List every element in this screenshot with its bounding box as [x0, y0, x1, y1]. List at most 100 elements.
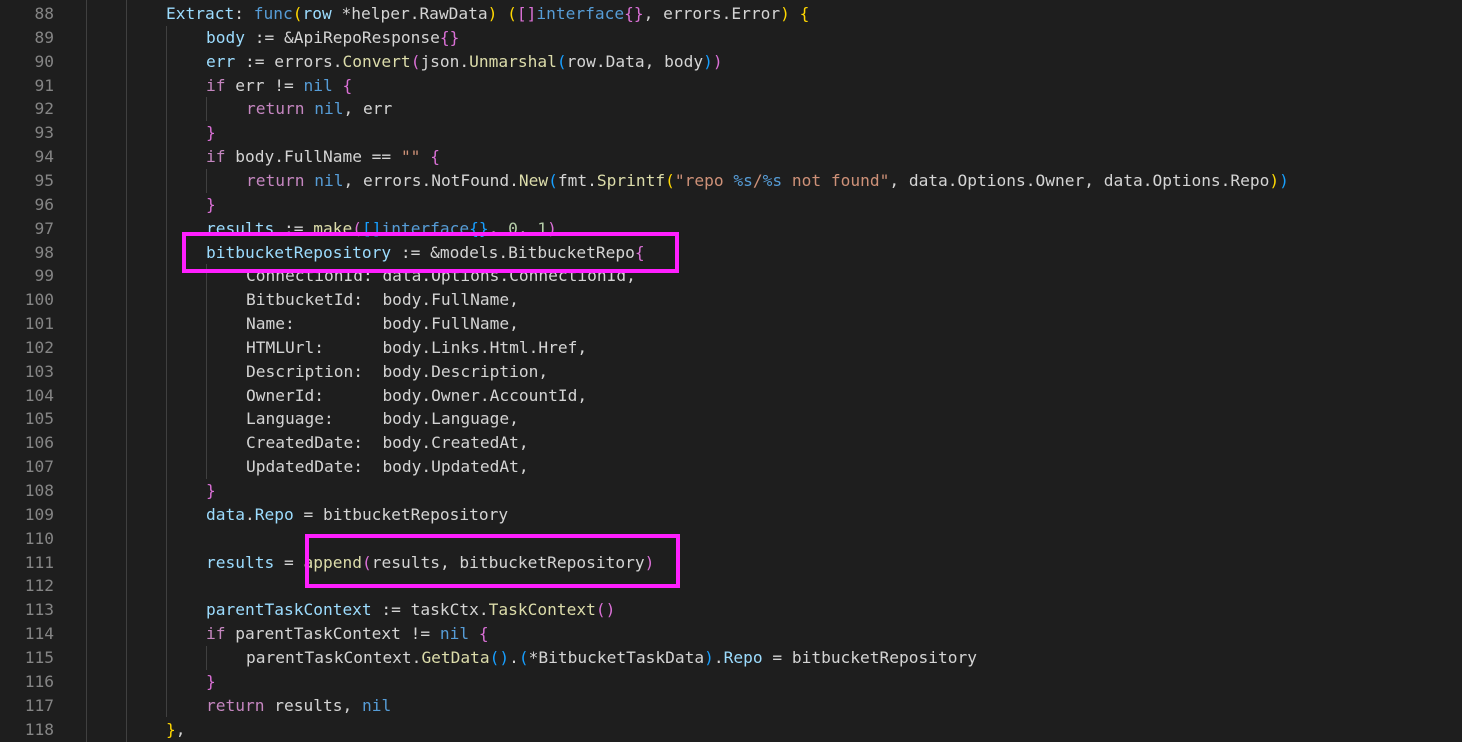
code-line[interactable]: 91 if err != nil { [0, 74, 1462, 98]
code-token: "repo [674, 170, 734, 190]
code-token: Sprintf [596, 170, 666, 190]
code-line[interactable]: 88 Extract: func(row *helper.RawData) ([]… [0, 2, 1462, 26]
code-line[interactable]: 115 parentTaskContext.GetData().(*Bitbuck… [0, 646, 1462, 670]
line-number: 88 [34, 4, 55, 23]
code-line[interactable]: 118}, [0, 718, 1462, 742]
code-token: Extract [166, 4, 235, 23]
code-line[interactable]: 109 data.Repo = bitbucketRepository [0, 503, 1462, 527]
code-line[interactable]: 103 Description: body.Description, [0, 360, 1462, 384]
code-token: data [206, 504, 245, 524]
code-text: } [206, 479, 216, 503]
code-token: row.Data, body [566, 51, 704, 71]
line-number: 110 [24, 528, 54, 548]
code-line[interactable]: 89 body := &ApiRepoResponse{} [0, 26, 1462, 50]
code-text: BitbucketId: body.FullName, [246, 288, 519, 312]
line-number: 98 [34, 242, 55, 262]
code-token: := &ApiRepoResponse [244, 27, 440, 47]
code-token: [] [516, 4, 537, 23]
code-line[interactable]: 95 return nil, errors.NotFound.New(fmt.Sp… [0, 169, 1462, 193]
line-number: 89 [34, 27, 55, 47]
code-editor[interactable]: 88 Extract: func(row *helper.RawData) ([]… [0, 0, 1462, 742]
code-token: } [166, 719, 176, 739]
code-text: parentTaskContext.GetData().(*BitbucketT… [246, 646, 977, 670]
code-token: , errors.Error [643, 4, 781, 23]
code-line[interactable]: 94 if body.FullName == "" { [0, 145, 1462, 169]
code-text: return nil, err [246, 97, 392, 121]
code-token: ) [1279, 170, 1289, 190]
code-text: if parentTaskContext != nil { [206, 622, 489, 646]
code-text: UpdatedDate: body.UpdatedAt, [246, 455, 529, 479]
code-text: Name: body.FullName, [246, 312, 519, 336]
code-line[interactable]: 110 [0, 527, 1462, 551]
code-text: return nil, errors.NotFound.New(fmt.Spri… [246, 169, 1289, 193]
line-number: 103 [24, 361, 54, 381]
line-number: 108 [24, 481, 54, 500]
code-token: row [302, 4, 332, 23]
code-token: { [430, 147, 440, 167]
line-number: 95 [34, 170, 55, 190]
code-line[interactable]: 90 err := errors.Convert(json.Unmarshal(r… [0, 50, 1462, 74]
code-token: = [274, 552, 304, 572]
line-number: 111 [24, 552, 54, 572]
code-line[interactable]: 106 CreatedDate: body.CreatedAt, [0, 431, 1462, 455]
line-number: 96 [34, 194, 55, 214]
code-token: ( [665, 170, 675, 190]
code-line[interactable]: 108} [0, 479, 1462, 503]
code-line[interactable]: 114 if parentTaskContext != nil { [0, 622, 1462, 646]
code-token: results, [264, 695, 362, 715]
code-token: ) [703, 51, 713, 71]
code-token: results [206, 552, 275, 572]
code-line[interactable]: 93} [0, 121, 1462, 145]
code-token: } [206, 194, 216, 214]
code-token: body [206, 27, 245, 47]
code-token: {} [439, 27, 460, 47]
code-line[interactable]: 113 parentTaskContext := taskCtx.TaskCont… [0, 598, 1462, 622]
code-token: () [595, 600, 616, 620]
code-line[interactable]: 101 Name: body.FullName, [0, 312, 1462, 336]
line-number: 104 [24, 385, 54, 405]
code-line[interactable]: 116} [0, 670, 1462, 694]
line-number: 90 [34, 51, 55, 71]
code-line[interactable]: 104 OwnerId: body.Owner.AccountId, [0, 384, 1462, 408]
code-token: Unmarshal [469, 51, 557, 71]
line-number: 116 [24, 671, 54, 691]
code-text: } [206, 121, 216, 145]
code-token: ( [507, 4, 517, 23]
code-token: TaskContext [488, 600, 596, 620]
code-token: Language: body.Language, [246, 409, 519, 429]
code-token: CreatedDate: body.CreatedAt, [246, 433, 529, 453]
line-number: 102 [24, 337, 54, 357]
code-line[interactable]: 100 BitbucketId: body.FullName, [0, 288, 1462, 312]
code-line[interactable]: 107 UpdatedDate: body.UpdatedAt, [0, 455, 1462, 479]
code-line[interactable]: 102 HTMLUrl: body.Links.Html.Href, [0, 336, 1462, 360]
code-token: * [331, 4, 352, 23]
code-token: ( [518, 647, 529, 667]
code-text: Language: body.Language, [246, 407, 519, 431]
code-token: err [206, 51, 236, 71]
code-line[interactable]: 105 Language: body.Language, [0, 407, 1462, 431]
code-line[interactable]: 112 [0, 574, 1462, 598]
line-number: 114 [24, 624, 54, 644]
code-token: { [342, 75, 353, 95]
code-token: parentTaskContext [206, 600, 372, 620]
code-token: nil [361, 695, 392, 715]
highlight-box-repository-literal [182, 232, 679, 273]
code-token: nil [314, 170, 344, 190]
code-token: return [246, 170, 305, 190]
line-number: 117 [24, 695, 54, 715]
code-text: OwnerId: body.Owner.AccountId, [246, 384, 587, 408]
code-token: "" [400, 147, 421, 167]
code-line[interactable]: 92 return nil, err [0, 97, 1462, 121]
code-token: , err [343, 99, 393, 119]
code-line[interactable]: 96} [0, 193, 1462, 217]
code-token: %s [762, 170, 783, 190]
code-line[interactable]: 117 return results, nil [0, 694, 1462, 718]
line-number: 105 [24, 409, 54, 429]
code-token: Repo [254, 504, 294, 524]
code-line[interactable]: 111 results = append(results, bitbucketRe… [0, 551, 1462, 575]
code-text: } [206, 670, 216, 694]
code-token: if [206, 147, 226, 167]
code-token: OwnerId: body.Owner.AccountId, [246, 385, 588, 405]
